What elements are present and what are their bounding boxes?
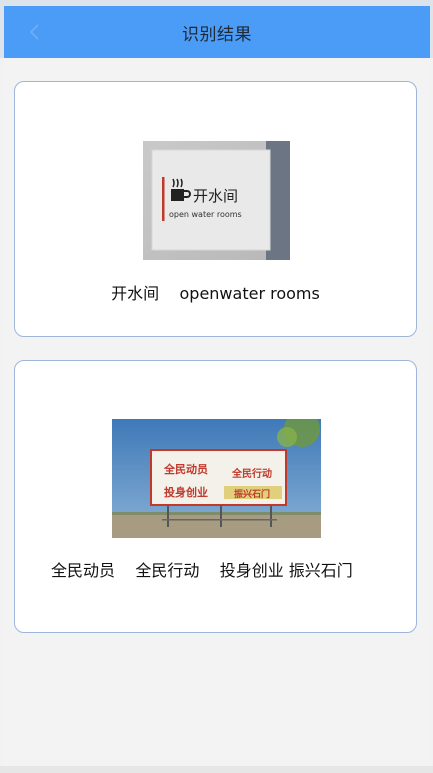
sign-photo: 开水间 open water rooms (143, 141, 290, 260)
billboard-text: 全民动员 (163, 462, 208, 476)
billboard-text: 全民行动 (231, 467, 272, 480)
billboard-photo: 全民动员 全民行动 投身创业 振兴石门 (112, 411, 321, 538)
result-caption: 全民动员 全民行动 投身创业 振兴石门 (51, 561, 353, 580)
page-title: 识别结果 (182, 24, 252, 45)
result-card: 开水间 open water rooms 开水间 openwater rooms (14, 81, 417, 337)
bottom-edge (0, 766, 433, 773)
sign-chinese-text: 开水间 (193, 187, 238, 205)
back-button[interactable] (22, 19, 48, 45)
result-image[interactable]: 全民动员 全民行动 投身创业 振兴石门 (112, 411, 321, 538)
result-caption: 开水间 openwater rooms (111, 284, 320, 303)
sign-english-text: open water rooms (169, 210, 242, 219)
billboard-text: 投身创业 (164, 485, 208, 499)
billboard-text: 振兴石门 (234, 488, 270, 500)
result-card: 全民动员 全民行动 投身创业 振兴石门 全民动员 全民行动 投身创业 振兴石门 (14, 360, 417, 633)
chevron-left-icon (29, 24, 39, 40)
app-header: 识别结果 (4, 6, 430, 58)
result-image[interactable]: 开水间 open water rooms (143, 141, 290, 260)
